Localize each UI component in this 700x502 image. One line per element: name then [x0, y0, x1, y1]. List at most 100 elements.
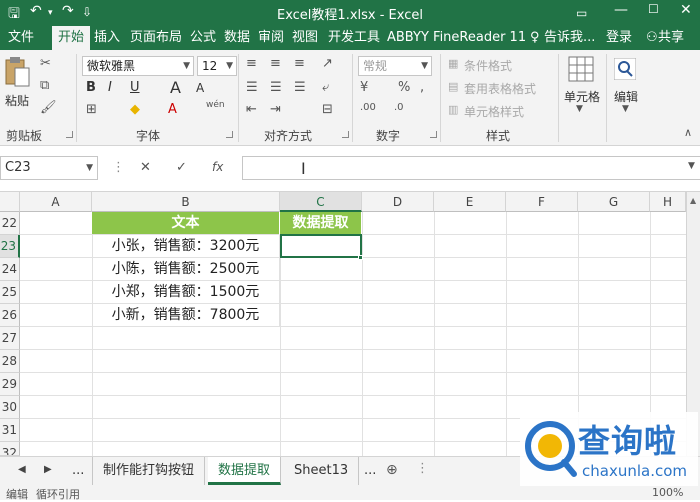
row-header-25[interactable]: 25	[0, 281, 20, 304]
row-header-30[interactable]: 30	[0, 396, 20, 419]
enter-icon[interactable]: ✓	[176, 160, 187, 175]
tab-file[interactable]: 文件	[2, 26, 40, 50]
tab-view[interactable]: 视图	[286, 26, 324, 50]
editing-button[interactable]: 编辑	[614, 88, 638, 105]
sign-in-link[interactable]: 登录	[600, 26, 638, 50]
column-header-e[interactable]: E	[434, 192, 506, 212]
paste-icon[interactable]	[4, 56, 30, 88]
cells-button[interactable]: 单元格	[564, 88, 600, 105]
comma-icon[interactable]: ,	[420, 80, 424, 95]
column-header-a[interactable]: A	[20, 192, 92, 212]
cut-icon[interactable]: ✂	[40, 56, 51, 71]
paste-button[interactable]: 粘贴	[5, 92, 29, 109]
tab-home[interactable]: 开始	[52, 26, 91, 50]
column-header-h[interactable]: H	[650, 192, 686, 212]
row-header-22[interactable]: 22	[0, 212, 20, 235]
tell-me-box[interactable]: 告诉我...	[538, 26, 601, 50]
row-header-27[interactable]: 27	[0, 327, 20, 350]
copy-icon[interactable]: ⧉	[40, 78, 49, 93]
maximize-icon[interactable]: ☐	[648, 2, 659, 16]
active-cell-c23[interactable]	[280, 234, 362, 258]
column-header-d[interactable]: D	[362, 192, 434, 212]
align-right-icon[interactable]: ☰	[294, 80, 306, 95]
fill-handle[interactable]	[358, 255, 363, 260]
formula-input[interactable]: I	[242, 156, 700, 180]
cell-c22-header[interactable]: 数据提取	[280, 212, 362, 235]
sheet-tab-sheet13[interactable]: Sheet13	[284, 457, 360, 485]
number-format-select[interactable]: 常规 ▼	[358, 56, 432, 76]
increase-indent-icon[interactable]: ⇥	[270, 102, 281, 117]
percent-button[interactable]: %	[398, 80, 410, 95]
tab-insert[interactable]: 插入	[88, 26, 126, 50]
row-header-29[interactable]: 29	[0, 373, 20, 396]
close-icon[interactable]: ✕	[680, 2, 692, 18]
minimize-icon[interactable]: —	[614, 2, 628, 18]
expand-formula-icon[interactable]: ▼	[688, 161, 695, 171]
tab-page-layout[interactable]: 页面布局	[124, 26, 188, 50]
formula-bar-grip-icon[interactable]: ⋮	[112, 160, 125, 175]
increase-decimal-icon[interactable]: .00	[360, 102, 376, 113]
cancel-icon[interactable]: ✕	[140, 160, 151, 175]
tab-abbyy[interactable]: ABBYY FineReader 11	[381, 26, 532, 50]
font-name-select[interactable]: 微软雅黑 ▼	[82, 56, 194, 76]
row-header-31[interactable]: 31	[0, 419, 20, 442]
column-header-c[interactable]: C	[280, 192, 362, 212]
row-header-28[interactable]: 28	[0, 350, 20, 373]
alignment-launcher-icon[interactable]	[342, 131, 349, 138]
orientation-icon[interactable]: ↗	[322, 56, 333, 71]
share-button[interactable]: 共享	[656, 26, 690, 50]
decrease-decimal-icon[interactable]: .0	[394, 102, 404, 113]
font-color-icon[interactable]: A	[168, 102, 177, 117]
format-painter-icon[interactable]: 🖌	[40, 100, 57, 115]
name-box[interactable]: C23 ▼	[0, 156, 98, 180]
phonetic-icon[interactable]: wén	[206, 100, 225, 110]
merge-center-icon[interactable]: ⊟	[322, 102, 333, 117]
align-left-icon[interactable]: ☰	[246, 80, 258, 95]
fill-color-icon[interactable]: ◆	[130, 102, 140, 117]
cell-b26[interactable]: 小新，销售额：7800元	[92, 304, 280, 327]
scroll-left-icon[interactable]: ◀	[18, 464, 26, 475]
currency-icon[interactable]: ¥	[360, 80, 368, 95]
format-as-table-button[interactable]: 套用表格格式	[464, 80, 536, 97]
cell-styles-button[interactable]: 单元格样式	[464, 103, 524, 120]
collapse-ribbon-icon[interactable]: ∧	[684, 126, 692, 139]
underline-button[interactable]: U	[130, 80, 140, 95]
tab-formulas[interactable]: 公式	[184, 26, 222, 50]
bottom-align-icon[interactable]: ≡	[294, 56, 305, 71]
row-header-32[interactable]: 32	[0, 442, 20, 456]
row-header-26[interactable]: 26	[0, 304, 20, 327]
increase-font-icon[interactable]: A	[170, 78, 181, 97]
select-all-corner[interactable]	[0, 192, 20, 212]
top-align-icon[interactable]: ≡	[246, 56, 257, 71]
sheet-nav-more-right[interactable]: ...	[354, 457, 386, 485]
sheet-nav-more[interactable]: ...	[62, 457, 94, 485]
cells-icon[interactable]	[568, 56, 594, 82]
tab-data[interactable]: 数据	[218, 26, 256, 50]
cell-b23[interactable]: 小张，销售额：3200元	[92, 235, 280, 258]
add-sheet-icon[interactable]: ⊕	[386, 462, 398, 478]
row-header-24[interactable]: 24	[0, 258, 20, 281]
align-center-icon[interactable]: ☰	[270, 80, 282, 95]
row-header-23[interactable]: 23	[0, 235, 20, 258]
decrease-indent-icon[interactable]: ⇤	[246, 102, 257, 117]
zoom-level[interactable]: 100%	[652, 486, 683, 499]
search-icon[interactable]	[614, 58, 636, 80]
column-header-f[interactable]: F	[506, 192, 578, 212]
insert-function-button[interactable]: fx	[212, 160, 223, 174]
number-launcher-icon[interactable]	[430, 131, 437, 138]
cell-b24[interactable]: 小陈，销售额：2500元	[92, 258, 280, 281]
cell-b22-header[interactable]: 文本	[92, 212, 280, 235]
column-header-g[interactable]: G	[578, 192, 650, 212]
bold-button[interactable]: B	[86, 80, 96, 95]
scroll-right-icon[interactable]: ▶	[44, 464, 52, 475]
font-launcher-icon[interactable]	[226, 131, 233, 138]
middle-align-icon[interactable]: ≡	[270, 56, 281, 71]
column-header-b[interactable]: B	[92, 192, 280, 212]
decrease-font-icon[interactable]: A	[196, 81, 204, 95]
italic-button[interactable]: I	[108, 80, 112, 95]
tab-review[interactable]: 审阅	[252, 26, 290, 50]
conditional-format-button[interactable]: 条件格式	[464, 57, 512, 74]
cell-b25[interactable]: 小郑，销售额：1500元	[92, 281, 280, 304]
sheet-tab-data-extract[interactable]: 数据提取	[208, 457, 282, 485]
wrap-text-icon[interactable]: ⤶	[322, 80, 329, 95]
